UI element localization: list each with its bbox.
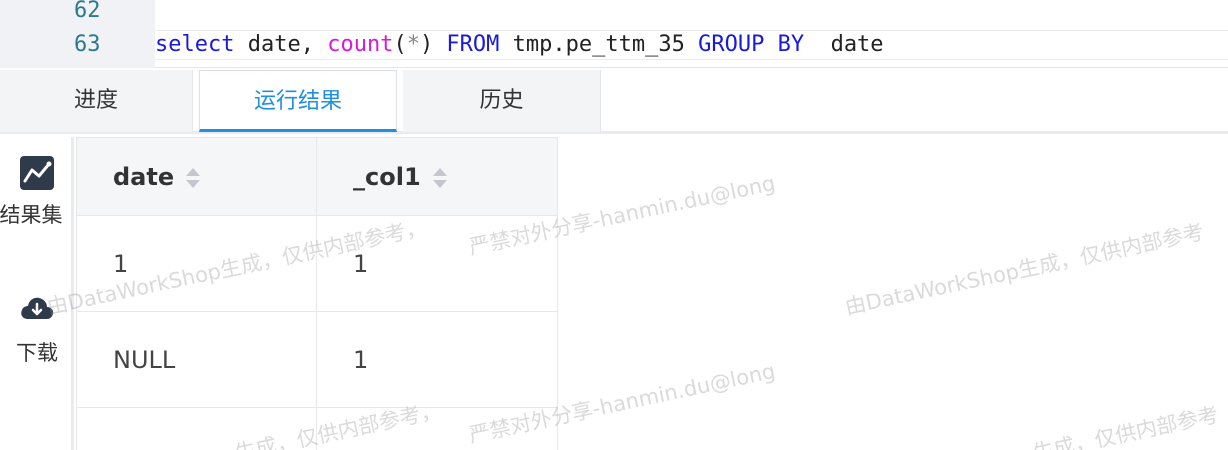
table-row: 1 1 <box>76 215 558 312</box>
column-header-col1[interactable]: _col1 <box>316 137 558 216</box>
table-header-row: date _col1 <box>76 137 558 216</box>
sql-text: ( <box>393 32 407 57</box>
tab-progress[interactable]: 进度 <box>0 70 193 132</box>
sql-operator: * <box>406 32 420 57</box>
side-toolbar: 结果集 下载 <box>0 137 74 450</box>
table-cell: 1 <box>316 215 558 312</box>
result-set-button[interactable]: 结果集 <box>0 155 74 229</box>
download-label: 下载 <box>16 341 58 365</box>
cloud-download-icon <box>21 297 54 319</box>
editor-line[interactable]: 62 <box>0 0 1228 28</box>
line-chart-icon <box>20 156 54 190</box>
sql-text: date <box>804 32 884 57</box>
result-table: date _col1 1 1 NULL 1 <box>76 137 558 450</box>
column-header-date[interactable]: date <box>76 137 317 216</box>
download-button[interactable]: 下载 <box>0 293 74 367</box>
sql-code: select date, count(*) FROM tmp.pe_ttm_35… <box>155 28 884 62</box>
watermark-text: 生成，仅供内部参考 <box>1030 402 1221 450</box>
watermark-text: 由DataWorkShop生成，仅供内部参考 <box>842 219 1206 320</box>
sql-text: tmp.pe_ttm_35 <box>499 32 699 57</box>
table-cell-empty <box>316 407 558 450</box>
sql-keyword: FROM <box>433 32 500 57</box>
table-cell: 1 <box>316 311 558 408</box>
table-cell: 1 <box>76 215 317 312</box>
sort-icon[interactable] <box>186 167 201 189</box>
sql-text: date, <box>234 32 328 57</box>
tab-run-result[interactable]: 运行结果 <box>199 70 397 132</box>
sql-text: ) <box>419 32 434 57</box>
sort-icon[interactable] <box>432 167 447 189</box>
table-cell-empty <box>76 407 317 450</box>
line-number: 63 <box>74 32 101 57</box>
sql-keyword: GROUP BY <box>698 32 805 57</box>
table-cell: NULL <box>76 311 317 408</box>
line-number: 62 <box>74 0 101 23</box>
table-empty-space <box>76 407 558 450</box>
editor-line-current[interactable]: 63 select date, count(*) FROM tmp.pe_ttm… <box>0 28 1228 62</box>
result-tabs: 进度 运行结果 历史 <box>0 68 1228 134</box>
sql-keyword: select <box>155 32 235 57</box>
sql-editor[interactable]: 62 63 select date, count(*) FROM tmp.pe_… <box>0 0 1228 68</box>
tab-history[interactable]: 历史 <box>403 70 601 132</box>
column-header-label: _col1 <box>353 162 421 191</box>
table-row: NULL 1 <box>76 311 558 408</box>
column-header-label: date <box>113 162 175 191</box>
result-set-label: 结果集 <box>0 203 63 227</box>
sql-function: count <box>327 32 394 57</box>
